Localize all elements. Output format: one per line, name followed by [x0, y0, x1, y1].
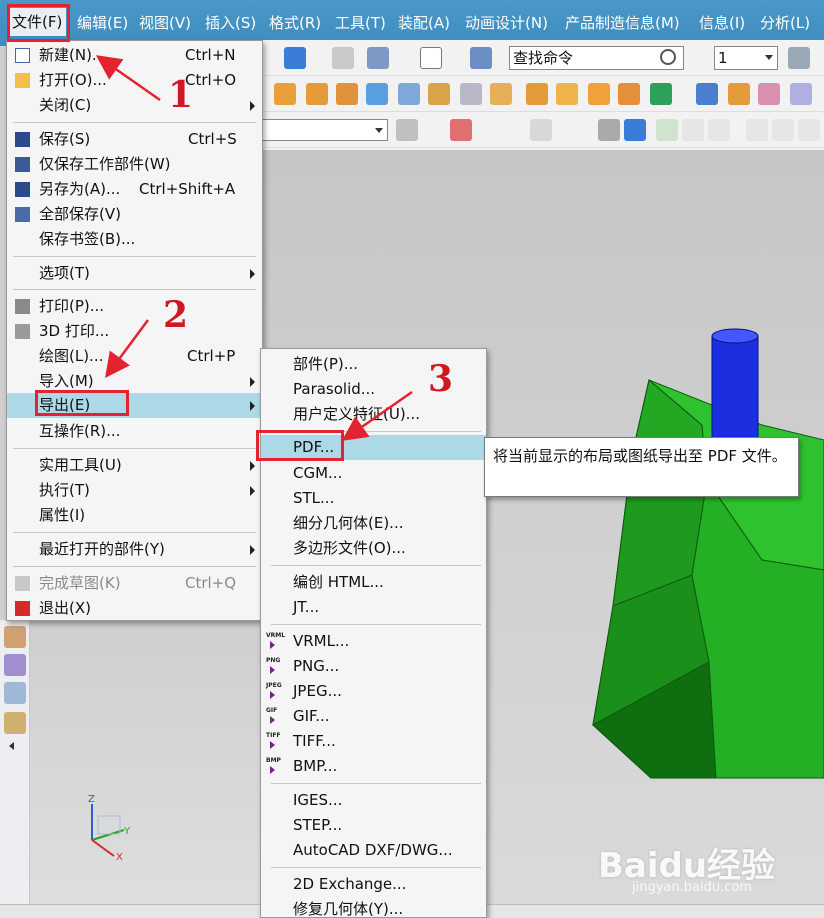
annotation-step-1: 1	[168, 74, 194, 116]
watermark-url: jingyan.baidu.com	[632, 880, 752, 895]
annotation-arrow-3	[341, 390, 413, 441]
annotation-step-2: 2	[163, 294, 189, 336]
annotation-step-3: 3	[428, 358, 454, 400]
annotation-arrow-2	[105, 319, 150, 379]
annotation-arrows	[95, 55, 413, 441]
annotation-arrow-1	[95, 55, 161, 102]
